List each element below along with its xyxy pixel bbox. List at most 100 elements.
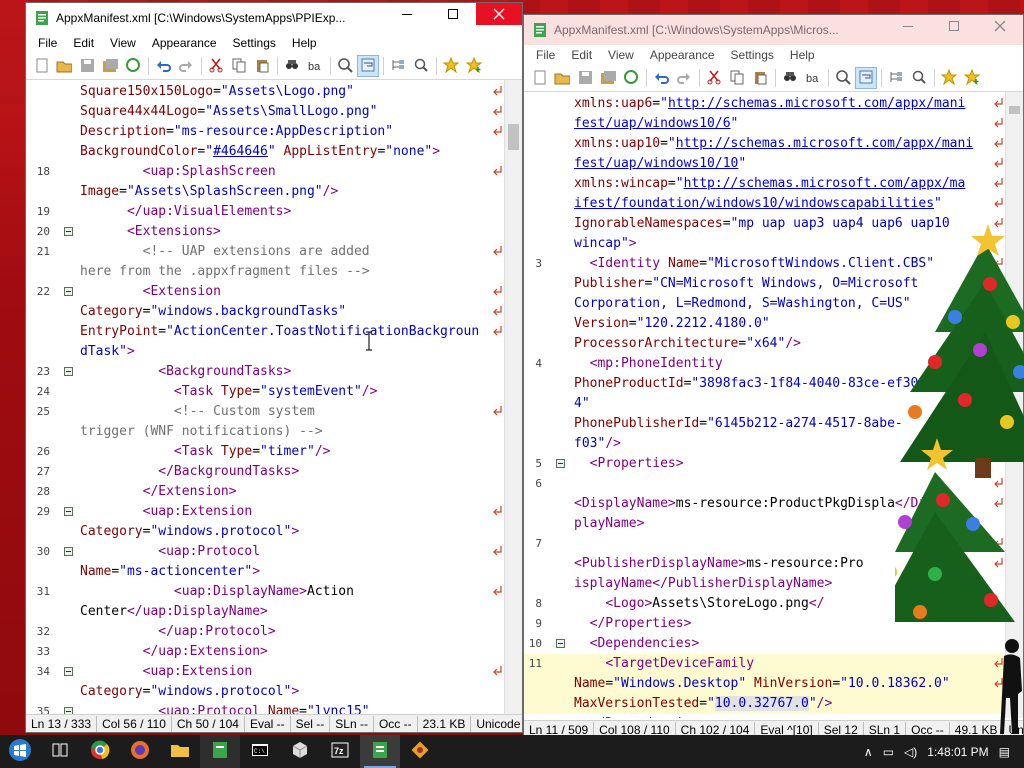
copy-icon	[729, 69, 745, 88]
add-favorite-button[interactable]	[463, 55, 485, 77]
taskbar-gear-app[interactable]	[400, 735, 440, 768]
taskbar-editor-active[interactable]	[360, 735, 400, 768]
copy-button[interactable]	[726, 67, 748, 89]
undo-button[interactable]	[152, 55, 174, 77]
find-button[interactable]	[281, 55, 303, 77]
redo-button[interactable]	[673, 67, 695, 89]
menu-help[interactable]: Help	[284, 33, 325, 53]
save-button[interactable]	[574, 67, 596, 89]
zoom-button[interactable]	[334, 55, 356, 77]
menu-file[interactable]: File	[528, 45, 563, 65]
fold-toggle-icon[interactable]	[64, 287, 73, 296]
refresh-button[interactable]	[620, 67, 642, 89]
taskbar-chrome[interactable]	[80, 735, 120, 768]
open-folder-button[interactable]	[53, 55, 75, 77]
open-folder-button[interactable]	[551, 67, 573, 89]
close-button[interactable]	[476, 3, 522, 25]
copy-button[interactable]	[228, 55, 250, 77]
new-file-button[interactable]	[30, 55, 52, 77]
taskbar-cmd[interactable]: C:\	[240, 735, 280, 768]
new-file-button[interactable]	[528, 67, 550, 89]
star-button[interactable]	[938, 67, 960, 89]
tree-button[interactable]	[387, 55, 409, 77]
menu-appearance[interactable]: Appearance	[642, 45, 723, 65]
code-text: Corporation, L=Redmond, S=Washington, C=…	[574, 294, 911, 314]
maximize-button[interactable]	[430, 3, 476, 25]
wrap-arrow-icon	[994, 96, 1004, 110]
find-button[interactable]	[779, 67, 801, 89]
zoom-button[interactable]	[832, 67, 854, 89]
save-all-button[interactable]	[597, 67, 619, 89]
star-button[interactable]	[440, 55, 462, 77]
cut-button[interactable]	[703, 67, 725, 89]
redo-button[interactable]	[175, 55, 197, 77]
tree-button[interactable]	[885, 67, 907, 89]
code-token: =	[667, 176, 676, 191]
toolbar: ba	[524, 65, 1023, 92]
fold-toggle-icon[interactable]	[64, 227, 73, 236]
menu-file[interactable]: File	[30, 33, 65, 53]
fold-toggle-icon[interactable]	[64, 707, 73, 714]
close-button[interactable]	[977, 15, 1023, 37]
network-icon[interactable]: ▭	[883, 745, 894, 759]
search-button[interactable]	[908, 67, 930, 89]
refresh-button[interactable]	[122, 55, 144, 77]
paste-button[interactable]	[251, 55, 273, 77]
add-favorite-button[interactable]	[961, 67, 983, 89]
menu-settings[interactable]: Settings	[723, 45, 782, 65]
menu-help[interactable]: Help	[782, 45, 823, 65]
fold-toggle-icon[interactable]	[556, 459, 565, 468]
code-token: "6145b212-a274-4517-8abe-	[707, 416, 903, 431]
search-button[interactable]	[410, 55, 432, 77]
save-button[interactable]	[76, 55, 98, 77]
replace-button[interactable]: ba	[304, 55, 326, 77]
title-bar[interactable]: AppxManifest.xml [C:\Windows\SystemApps\…	[26, 3, 522, 33]
cut-button[interactable]	[205, 55, 227, 77]
undo-button[interactable]	[650, 67, 672, 89]
wrap-arrow-icon	[994, 156, 1004, 170]
menu-edit[interactable]: Edit	[65, 33, 102, 53]
fold-toggle-icon[interactable]	[556, 639, 565, 648]
taskbar-notepad-green[interactable]	[200, 735, 240, 768]
code-token: "	[934, 196, 942, 211]
menu-view[interactable]: View	[600, 45, 642, 65]
fold-toggle-icon[interactable]	[64, 667, 73, 676]
paste-button[interactable]	[749, 67, 771, 89]
scrollbar-thumb[interactable]	[508, 124, 519, 150]
menu-appearance[interactable]: Appearance	[144, 33, 225, 53]
paste-icon	[752, 69, 768, 88]
code-token: />	[605, 436, 621, 451]
fold-toggle-icon[interactable]	[64, 507, 73, 516]
code-line: fest/uap/windows10/6"	[524, 114, 1008, 134]
replace-button[interactable]: ba	[802, 67, 824, 89]
redo-icon	[676, 69, 692, 88]
code-editor[interactable]: Square150x150Logo="Assets\Logo.png" Squar…	[26, 80, 507, 714]
save-all-button[interactable]	[99, 55, 121, 77]
menu-view[interactable]: View	[102, 33, 144, 53]
notification-icon[interactable]: ▤	[999, 745, 1010, 759]
minimize-button[interactable]	[384, 3, 430, 25]
word-wrap-button[interactable]	[357, 55, 379, 77]
clock[interactable]: 1:48:01 PM	[927, 745, 988, 759]
chevron-up-icon[interactable]: ∧	[864, 745, 873, 759]
menu-settings[interactable]: Settings	[225, 33, 284, 53]
maximize-button[interactable]	[931, 15, 977, 37]
scrollbar-thumb[interactable]	[1009, 106, 1020, 114]
taskbar-file-explorer[interactable]	[160, 735, 200, 768]
code-token: =	[628, 316, 637, 331]
fold-toggle-icon[interactable]	[64, 547, 73, 556]
minimize-button[interactable]	[885, 15, 931, 37]
title-bar[interactable]: AppxManifest.xml [C:\Windows\SystemApps\…	[524, 15, 1023, 45]
fold-toggle-icon[interactable]	[64, 367, 73, 376]
volume-icon[interactable]: ◁)	[904, 745, 917, 759]
menu-edit[interactable]: Edit	[563, 45, 600, 65]
taskbar-7zip[interactable]: 7z	[320, 735, 360, 768]
taskbar-task-view[interactable]	[40, 735, 80, 768]
word-wrap-button[interactable]	[855, 67, 877, 89]
taskbar-box-app[interactable]	[280, 735, 320, 768]
vertical-scrollbar[interactable]	[504, 80, 522, 714]
taskbar-firefox[interactable]	[120, 735, 160, 768]
taskbar-start-button[interactable]	[0, 735, 40, 768]
code-token: Name	[80, 564, 112, 579]
